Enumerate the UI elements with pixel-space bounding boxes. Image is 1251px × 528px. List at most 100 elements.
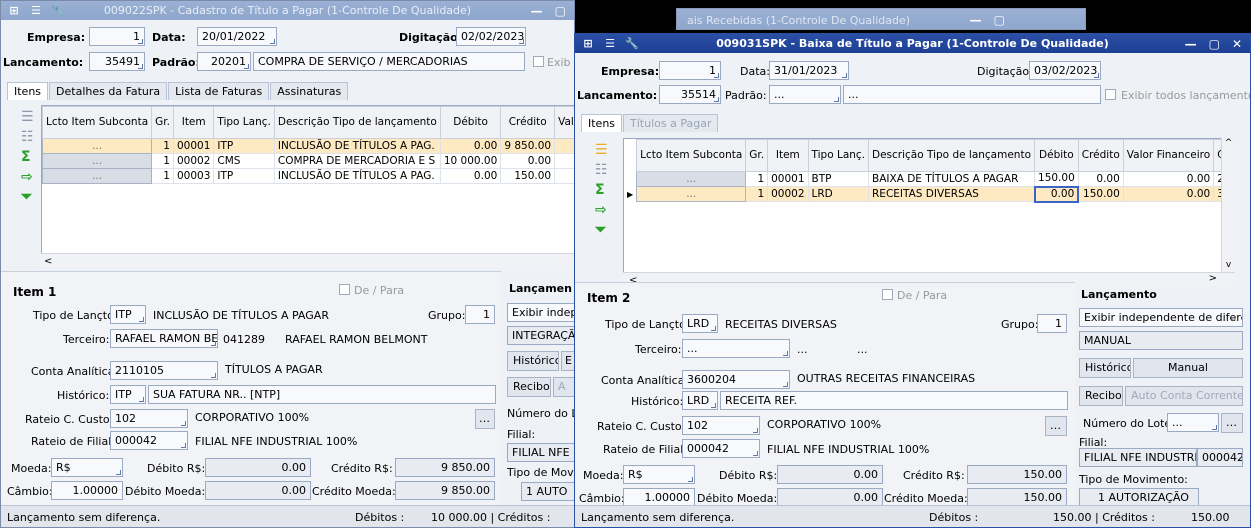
col-desc[interactable]: Descrição Tipo de lançamento xyxy=(868,139,1036,172)
table-row[interactable]: ... 1 00001 ITP INCLUSÃO DE TÍTULOS A PA… xyxy=(42,138,574,154)
back-items-grid[interactable]: Lcto Item Subconta Gr. Item Tipo Lanç. D… xyxy=(41,105,574,267)
col-credito[interactable]: Crédito xyxy=(1077,139,1124,172)
row-lookup-button[interactable]: ... xyxy=(42,138,153,154)
rateio-filial-field[interactable]: 000042 xyxy=(682,439,760,458)
padrao-code-field[interactable]: 20201 xyxy=(197,52,251,71)
grupo-field[interactable]: 1 xyxy=(465,305,495,324)
conta-field[interactable]: 3600204 xyxy=(682,370,790,389)
exibir-indep-select[interactable]: Exibir indep xyxy=(507,303,574,322)
exibir-todos-checkbox[interactable] xyxy=(1105,89,1116,100)
menu-icon[interactable]: ☰ xyxy=(603,37,617,50)
row-lookup-button[interactable]: ... xyxy=(42,168,153,184)
exibir-indep-select[interactable]: Exibir independente de difere ⌄ xyxy=(1079,308,1243,327)
tab-itens[interactable]: Itens xyxy=(581,114,623,132)
minimize-icon[interactable]: — xyxy=(1185,37,1197,51)
scroll-down-icon[interactable]: v xyxy=(1222,260,1235,270)
tipo-lancto-field[interactable]: LRD xyxy=(682,314,718,333)
table-row[interactable]: ▶ ... 1 00002 LRD RECEITAS DIVERSAS 0.00… xyxy=(624,185,1234,203)
scroll-up-icon[interactable]: ^ xyxy=(1222,138,1235,148)
tab-detalhes-fatura[interactable]: Detalhes da Fatura xyxy=(49,82,168,100)
col-tipo[interactable]: Tipo Lanç. xyxy=(213,106,275,139)
grupo-field[interactable]: 1 xyxy=(1037,314,1067,333)
sum-icon[interactable]: Σ xyxy=(595,182,608,198)
horizontal-scrollbar[interactable]: < xyxy=(41,253,574,267)
filter-icon[interactable]: ⏷ xyxy=(595,222,608,238)
rateio-cc-field[interactable]: 102 xyxy=(682,416,760,435)
front-items-grid[interactable]: Lcto Item Subconta Gr. Item Tipo Lanç. D… xyxy=(623,138,1235,286)
rateio-cc-lookup-button[interactable]: … xyxy=(1045,416,1067,436)
minimize-icon[interactable]: — xyxy=(970,13,982,27)
lancamento-field[interactable]: 35514 xyxy=(659,85,721,104)
col-item[interactable]: Item xyxy=(172,106,215,139)
col-gr[interactable]: Gr. xyxy=(151,106,174,139)
menu-icon[interactable]: ☰ xyxy=(29,4,43,17)
col-gr[interactable]: Gr. xyxy=(745,139,769,172)
moeda-field[interactable]: R$ xyxy=(51,458,123,477)
col-valor-financeiro[interactable]: Valor Financeiro xyxy=(1122,139,1215,172)
data-field[interactable]: 31/01/2023 xyxy=(769,61,849,80)
conta-field[interactable]: 2110105 xyxy=(110,361,218,380)
tipo-lancto-field[interactable]: ITP xyxy=(110,305,146,324)
terceiro-field[interactable]: ... xyxy=(682,339,790,358)
maximize-icon[interactable]: ▢ xyxy=(555,4,566,18)
wrench-icon[interactable]: 🔧 xyxy=(51,4,65,17)
historico-code-field[interactable]: LRD xyxy=(682,391,718,410)
moeda-field[interactable]: R$ xyxy=(623,465,695,484)
col-lcto[interactable]: Lcto Item Subconta xyxy=(636,139,747,172)
empresa-field[interactable]: 1 xyxy=(89,27,145,46)
row-lookup-button[interactable]: ... xyxy=(636,171,747,187)
back-window[interactable]: ⊞ ☰ 🔧 009022SPK - Cadastro de Título a P… xyxy=(0,0,575,528)
digitacao-field[interactable]: 02/02/2023 xyxy=(456,27,526,46)
historico-button[interactable]: Histórico xyxy=(1079,358,1131,378)
col-desc[interactable]: Descrição Tipo de lançamento xyxy=(273,106,441,139)
vertical-scrollbar[interactable]: ^ v xyxy=(1221,138,1235,272)
cell-debito[interactable]: 0.00 xyxy=(1033,185,1080,203)
back-window-titlebar[interactable]: ⊞ ☰ 🔧 009022SPK - Cadastro de Título a P… xyxy=(1,1,574,20)
remove-row-icon[interactable]: ☷ xyxy=(21,129,34,145)
row-lookup-button[interactable]: ... xyxy=(636,186,747,202)
historico-code-field[interactable]: ITP xyxy=(110,385,146,404)
rateio-cc-field[interactable]: 102 xyxy=(110,409,188,428)
col-tipo[interactable]: Tipo Lanç. xyxy=(807,139,870,172)
table-row[interactable]: ... 1 00002 CMS COMPRA DE MERCADORIA E S… xyxy=(42,153,574,169)
auto-conta-corrente-button[interactable]: Auto Conta Corrente xyxy=(1125,386,1243,406)
cambio-field[interactable]: 1.00000 xyxy=(51,481,123,500)
sum-icon[interactable]: Σ xyxy=(21,149,34,165)
maximize-icon[interactable]: ▢ xyxy=(994,13,1005,27)
padrao-code-field[interactable]: ... xyxy=(769,85,841,104)
historico-button[interactable]: Histórico xyxy=(507,351,559,371)
middle-window-titlebar[interactable]: ais Recebidas (1-Controle De Qualidade) … xyxy=(677,9,1085,29)
numero-lote-field[interactable]: ... xyxy=(1167,413,1219,432)
table-row[interactable]: ... 1 00001 BTP BAIXA DE TÍTULOS A PAGAR… xyxy=(624,171,1234,187)
col-debito[interactable]: Débito xyxy=(439,106,502,139)
terceiro-field[interactable]: RAFAEL RAMON BEL xyxy=(110,329,218,348)
depara-checkbox[interactable] xyxy=(882,289,893,300)
col-valor[interactable]: Valo xyxy=(554,106,574,139)
auto-button[interactable]: A xyxy=(553,377,574,397)
tab-assinaturas[interactable]: Assinaturas xyxy=(270,82,349,100)
scroll-right-icon[interactable]: > xyxy=(1209,273,1217,284)
col-credito[interactable]: Crédito xyxy=(500,106,556,139)
maximize-icon[interactable]: ▢ xyxy=(1209,37,1220,51)
rateio-cc-lookup-button[interactable]: … xyxy=(475,409,495,429)
numero-lote-lookup-button[interactable]: … xyxy=(1221,413,1243,433)
e-button[interactable]: E xyxy=(561,351,574,371)
export-icon[interactable]: ⇨ xyxy=(21,169,34,185)
wrench-icon[interactable]: 🔧 xyxy=(625,37,639,50)
historico-text-field[interactable]: RECEITA REF. xyxy=(720,391,1068,410)
close-icon[interactable]: ✕ xyxy=(1232,37,1242,51)
recibo-button[interactable]: Recibo xyxy=(507,377,551,397)
front-window[interactable]: ⊞ ☰ 🔧 009031SPK - Baixa de Título a Paga… xyxy=(574,33,1251,528)
filter-icon[interactable]: ⏷ xyxy=(21,189,34,205)
data-field[interactable]: 20/01/2022 xyxy=(197,27,277,46)
front-window-titlebar[interactable]: ⊞ ☰ 🔧 009031SPK - Baixa de Título a Paga… xyxy=(575,34,1250,53)
middle-window[interactable]: ais Recebidas (1-Controle De Qualidade) … xyxy=(676,8,1086,30)
col-item[interactable]: Item xyxy=(767,139,809,172)
remove-row-icon[interactable]: ☷ xyxy=(595,162,608,178)
add-row-icon[interactable]: ☰ xyxy=(21,109,34,125)
exib-checkbox[interactable] xyxy=(533,56,544,67)
col-debito[interactable]: Débito xyxy=(1034,139,1079,172)
minimize-icon[interactable]: — xyxy=(531,4,543,18)
recibo-button[interactable]: Recibo xyxy=(1079,386,1123,406)
manual-button[interactable]: Manual xyxy=(1133,358,1243,378)
